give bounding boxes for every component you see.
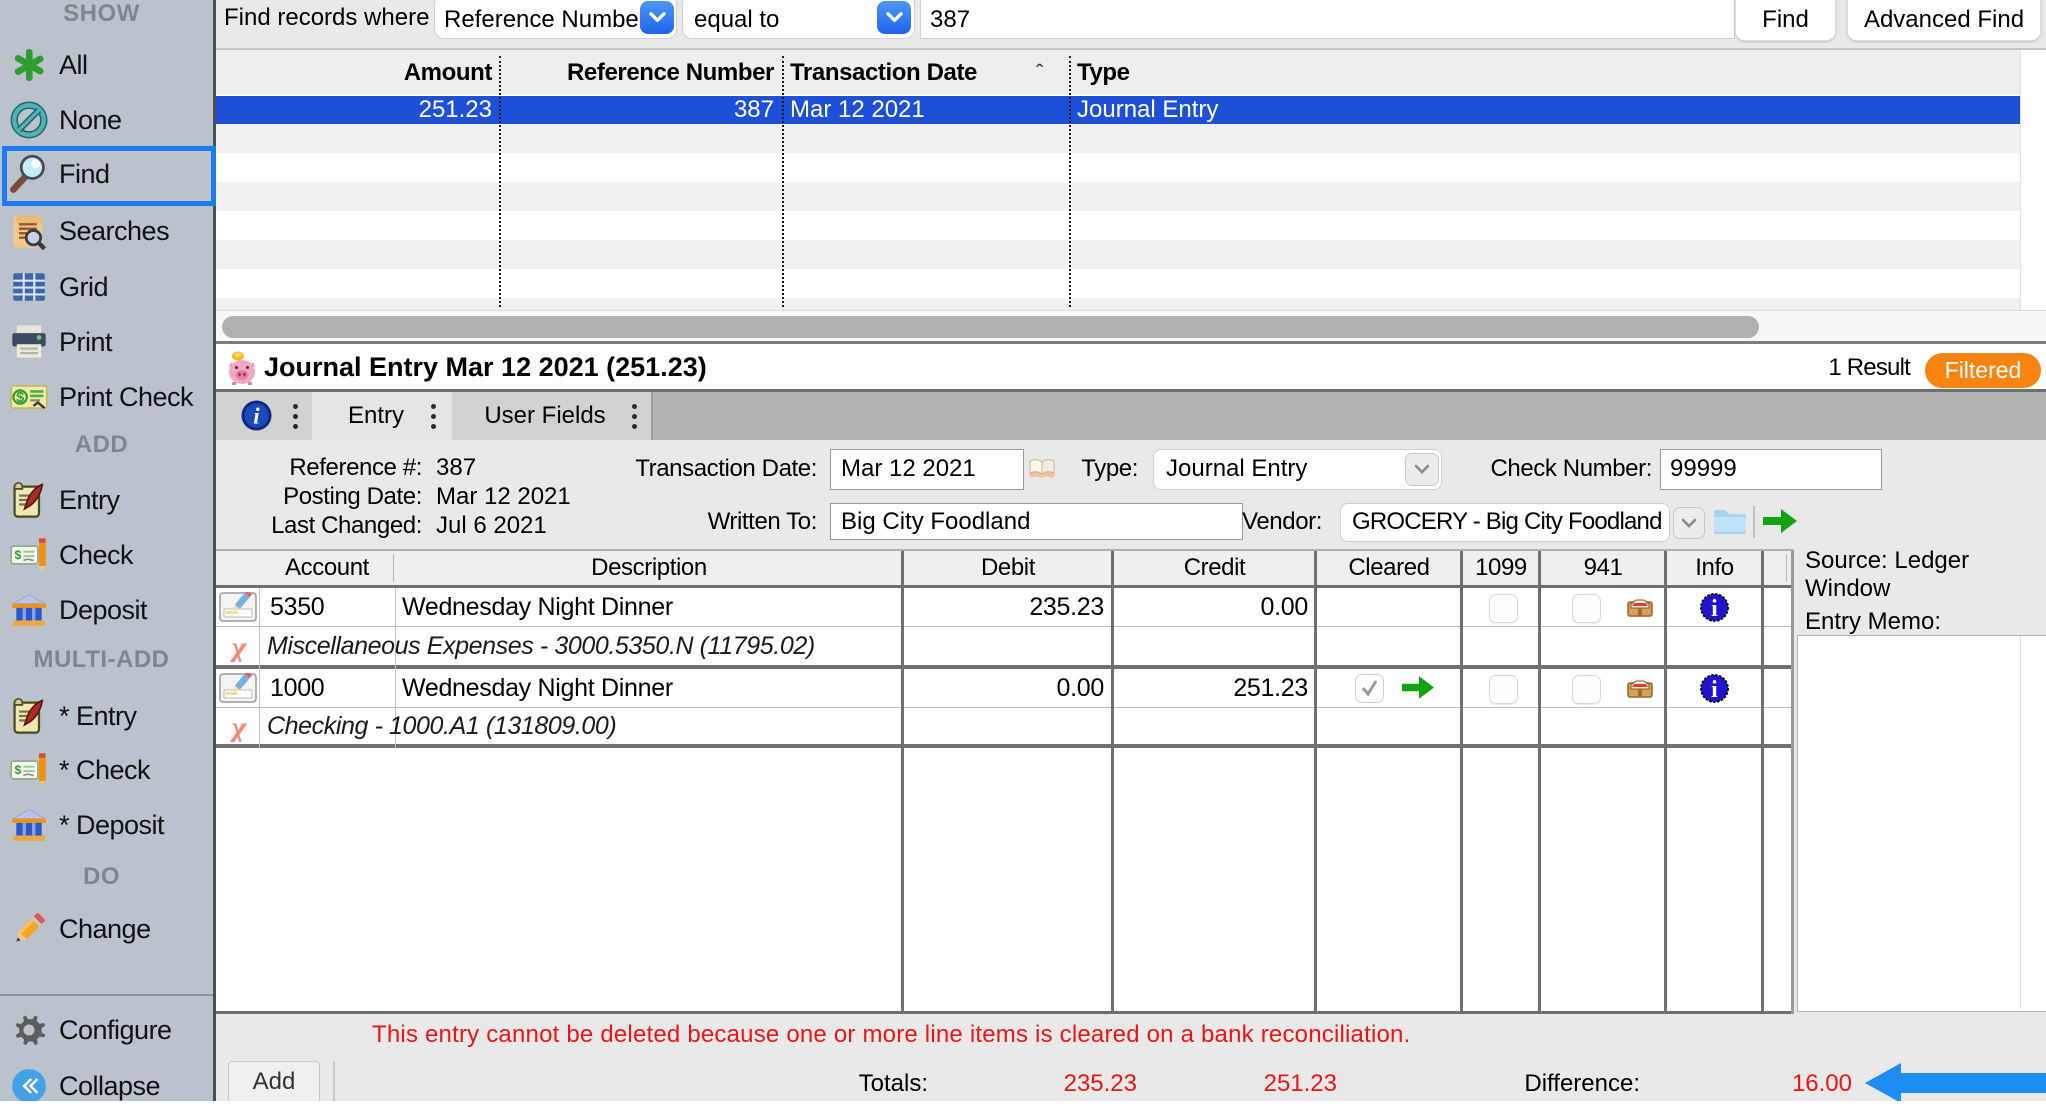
svg-text:i: i <box>1711 596 1718 622</box>
svg-text:$: $ <box>14 763 21 777</box>
svg-text:$: $ <box>14 548 21 562</box>
svg-text:i: i <box>253 404 260 429</box>
svg-text:$: $ <box>16 390 24 406</box>
svg-text:i: i <box>1711 677 1718 703</box>
